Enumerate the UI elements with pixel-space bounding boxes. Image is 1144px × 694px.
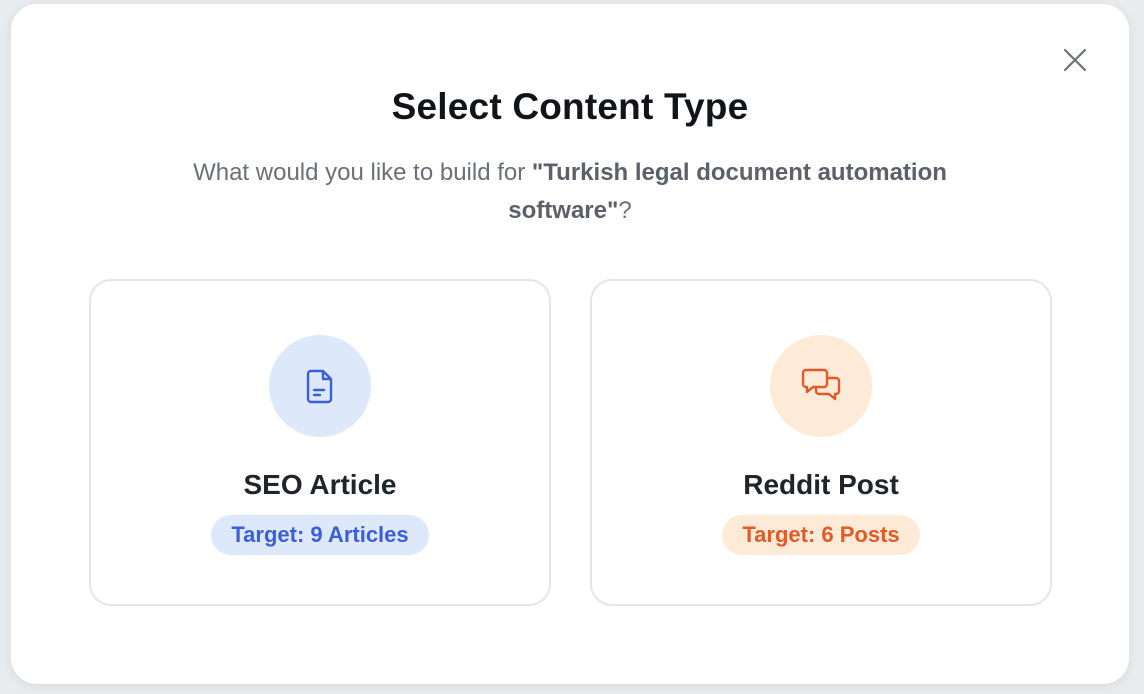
option-title: Reddit Post [743, 469, 899, 500]
modal-subtitle: What would you like to build for "Turkis… [140, 154, 1000, 230]
seo-icon-circle [269, 335, 371, 437]
close-icon [1063, 48, 1087, 72]
select-content-type-modal: Select Content Type What would you like … [11, 4, 1129, 684]
reddit-post-option[interactable]: Reddit Post Target: 6 Posts [590, 279, 1052, 606]
close-button[interactable] [1059, 44, 1091, 76]
option-title: SEO Article [243, 469, 397, 500]
modal-title: Select Content Type [391, 86, 749, 127]
target-badge: Target: 6 Posts [722, 515, 920, 555]
subtitle-suffix: ? [618, 197, 632, 224]
chat-bubbles-icon [801, 368, 841, 401]
document-icon [306, 369, 333, 404]
subtitle-prefix: What would you like to build for [193, 159, 532, 186]
reddit-icon-circle [770, 335, 872, 437]
target-badge: Target: 9 Articles [211, 515, 429, 555]
topic-name: "Turkish legal document automation softw… [508, 159, 947, 224]
seo-article-option[interactable]: SEO Article Target: 9 Articles [89, 279, 551, 606]
